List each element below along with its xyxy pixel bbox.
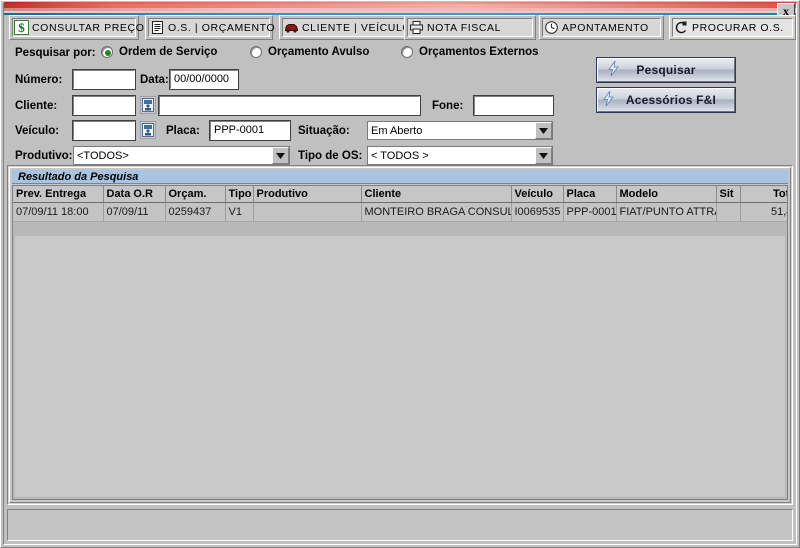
veiculo-label: Veículo: (15, 125, 60, 137)
grid-empty-space (15, 236, 785, 497)
col-data-or[interactable]: Data O.R (103, 186, 166, 203)
col-placa[interactable]: Placa (563, 186, 617, 203)
tab-os-orcamento[interactable]: O.S. | ORÇAMENTO (145, 15, 276, 40)
radio-orcamento-avulso[interactable]: Orçamento Avulso (250, 46, 369, 58)
search-by-label: Pesquisar por: (15, 47, 96, 59)
radio-indicator (401, 46, 413, 58)
tab-label: CONSULTAR PREÇO (32, 21, 145, 34)
radio-indicator (101, 46, 113, 58)
tab-label: O.S. | ORÇAMENTO (168, 21, 276, 34)
cell-tipo: V1 (225, 202, 254, 222)
col-modelo[interactable]: Modelo (616, 186, 717, 203)
radio-orcamentos-externos[interactable]: Orçamentos Externos (401, 46, 539, 58)
fone-input[interactable] (473, 95, 554, 116)
chevron-down-icon[interactable] (535, 122, 552, 139)
tab-procurar-os[interactable]: PROCURAR O.S. (669, 15, 796, 40)
tab-label: CLIENTE | VEÍCULO (302, 21, 412, 34)
placa-label: Placa: (166, 125, 200, 137)
cliente-lookup-button[interactable] (140, 96, 156, 114)
tab-consultar-preco[interactable]: $ CONSULTAR PREÇO (9, 15, 144, 40)
radio-label: Ordem de Serviço (119, 46, 218, 58)
col-total[interactable]: Total (740, 186, 787, 203)
printer-icon (409, 20, 424, 35)
cell-total: 51,48 (740, 202, 787, 222)
results-table: Prev. Entrega Data O.R Orçam. Tipo Produ… (13, 186, 787, 222)
document-icon (150, 20, 165, 35)
cell-prev-entrega: 07/09/11 18:00 (13, 202, 104, 222)
radio-label: Orçamentos Externos (419, 46, 539, 58)
situacao-select[interactable]: Em Aberto (367, 121, 553, 140)
clock-icon (544, 20, 559, 35)
data-label: Data: (140, 74, 169, 86)
produtivo-label: Produtivo: (15, 150, 73, 162)
car-icon (284, 20, 299, 35)
situacao-label: Situação: (298, 125, 350, 137)
cliente-label: Cliente: (15, 100, 58, 112)
cell-data-or: 07/09/11 (103, 202, 166, 222)
results-panel: Resultado da Pesquisa Prev. Entrega Data… (7, 165, 793, 505)
produtivo-value: <TODOS> (77, 149, 129, 162)
placa-input[interactable]: PPP-0001 (209, 120, 291, 141)
data-input[interactable]: 00/00/0000 (169, 69, 239, 90)
cell-cliente: MONTEIRO BRAGA CONSULTO (361, 202, 512, 222)
produtivo-select[interactable]: <TODOS> (73, 146, 290, 165)
cell-produtivo (253, 202, 362, 222)
main-toolbar-tabs: $ CONSULTAR PREÇO O.S. | ORÇAMENTO CLIEN… (4, 15, 796, 41)
fone-label: Fone: (432, 100, 464, 112)
status-bar (7, 509, 793, 541)
pesquisar-label: Pesquisar (636, 63, 696, 77)
tipo-os-value: < TODOS > (371, 149, 429, 162)
cliente-code-input[interactable] (72, 95, 136, 116)
veiculo-input[interactable] (72, 120, 136, 141)
cell-sit (716, 202, 741, 222)
results-title-text: Resultado da Pesquisa (18, 170, 139, 183)
cliente-name-input[interactable] (158, 95, 421, 116)
tab-label: APONTAMENTO (562, 21, 649, 34)
search-icon (674, 20, 689, 35)
lookup-person-icon (142, 98, 154, 112)
pesquisar-button[interactable]: Pesquisar (597, 58, 735, 82)
tipo-os-select[interactable]: < TODOS > (367, 146, 553, 165)
col-veiculo[interactable]: Veículo (511, 186, 564, 203)
tab-nota-fiscal[interactable]: NOTA FISCAL (404, 15, 536, 40)
col-cliente[interactable]: Cliente (361, 186, 512, 203)
svg-text:$: $ (18, 20, 25, 35)
col-prev-entrega[interactable]: Prev. Entrega (13, 186, 104, 203)
veiculo-lookup-button[interactable] (140, 121, 156, 139)
dollar-icon: $ (14, 20, 29, 35)
tab-label: PROCURAR O.S. (692, 21, 784, 34)
application-window: x $ CONSULTAR PREÇO O.S. | ORÇAMENTO CLI… (0, 0, 800, 548)
col-produtivo[interactable]: Produtivo (253, 186, 362, 203)
radio-label: Orçamento Avulso (268, 46, 370, 58)
acessorios-label: Acessórios F&I (625, 93, 717, 107)
acessorios-fi-button[interactable]: Acessórios F&I (597, 88, 735, 112)
chevron-down-icon[interactable] (272, 147, 289, 164)
cell-orcamento: 0259437 (165, 202, 226, 222)
lightning-icon (608, 60, 619, 79)
chevron-down-icon[interactable] (535, 147, 552, 164)
tab-cliente-veiculo[interactable]: CLIENTE | VEÍCULO (279, 15, 414, 40)
search-criteria-form: Pesquisar por: Ordem de Serviço Orçament… (7, 43, 793, 165)
results-grid[interactable]: Prev. Entrega Data O.R Orçam. Tipo Produ… (12, 185, 788, 500)
results-panel-title: Resultado da Pesquisa (12, 170, 788, 184)
col-sit[interactable]: Sit (716, 186, 741, 203)
table-row[interactable]: 07/09/11 18:00 07/09/11 0259437 V1 MONTE… (13, 202, 787, 222)
numero-label: Número: (15, 74, 63, 86)
table-header-row: Prev. Entrega Data O.R Orçam. Tipo Produ… (13, 186, 787, 203)
tab-label: NOTA FISCAL (427, 21, 502, 34)
cell-modelo: FIAT/PUNTO ATTRA (616, 202, 717, 222)
radio-ordem-de-servico[interactable]: Ordem de Serviço (101, 46, 217, 58)
cell-veiculo: I0069535 (511, 202, 564, 222)
numero-input[interactable] (72, 69, 136, 90)
lookup-person-icon (142, 123, 154, 137)
cell-placa: PPP-0001 (563, 202, 617, 222)
col-tipo[interactable]: Tipo (225, 186, 254, 203)
tipo-os-label: Tipo de OS: (298, 150, 363, 162)
radio-indicator (250, 46, 262, 58)
col-orcamento[interactable]: Orçam. (165, 186, 226, 203)
lightning-icon (603, 90, 614, 109)
situacao-value: Em Aberto (371, 124, 423, 137)
tab-apontamento[interactable]: APONTAMENTO (539, 15, 664, 40)
